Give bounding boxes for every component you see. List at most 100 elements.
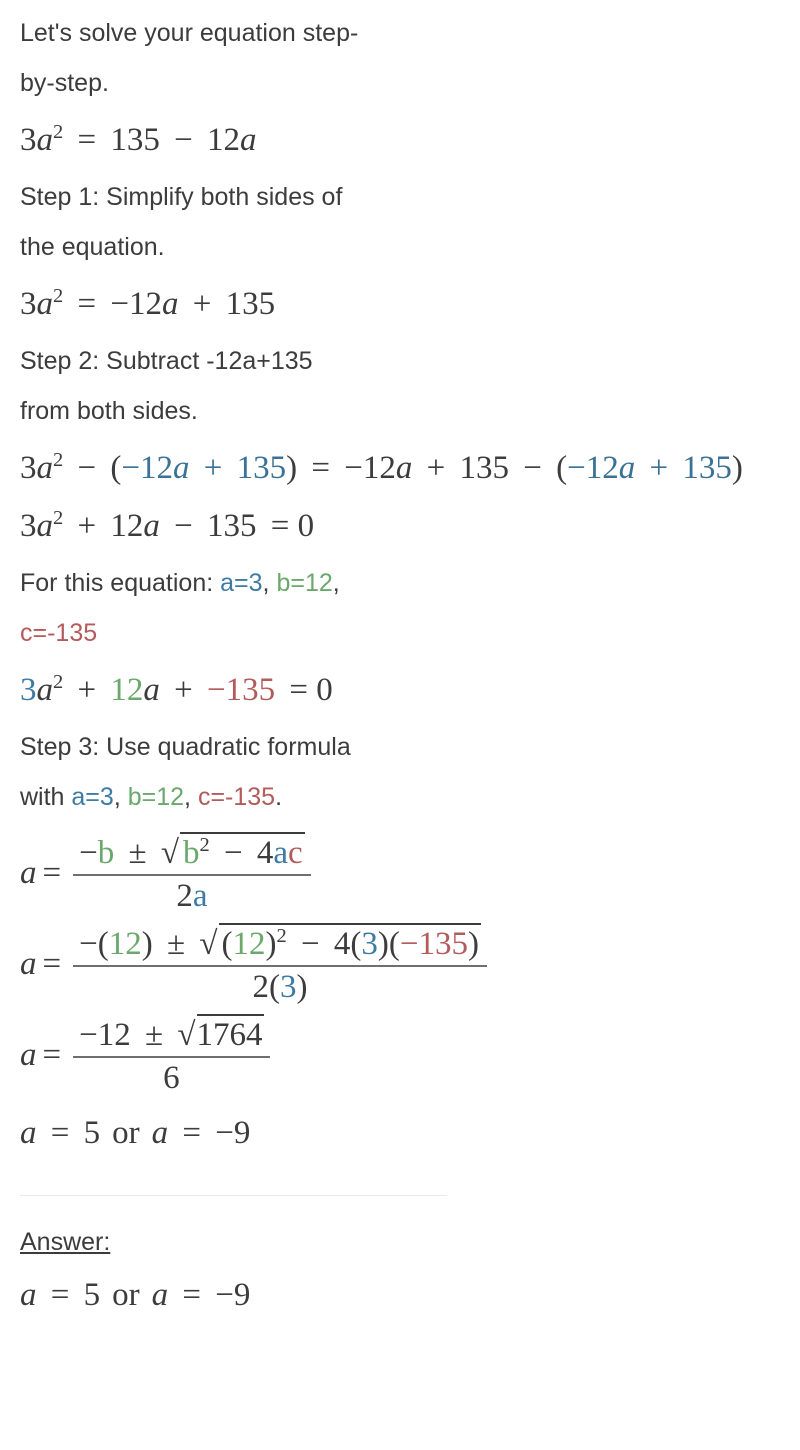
ans-or: or <box>112 1277 140 1313</box>
qfe-neg12: −12 <box>79 1017 131 1053</box>
coef-c: c=-135 <box>20 619 98 647</box>
s2-blue2-plus: + <box>649 450 669 486</box>
qfs-den-open: ( <box>269 969 281 1005</box>
s2-paren-open-2: ( <box>556 450 568 486</box>
ce-plus-1: + <box>77 672 97 708</box>
qfg-pm: ± <box>128 835 147 871</box>
step1-label: Step 1: Simplify both sides of the equat… <box>0 172 470 272</box>
qfs-rad-four: 4 <box>333 926 351 962</box>
s2-var: a <box>36 450 54 486</box>
s1-rhs-op: + <box>192 286 212 322</box>
ans-lhs-2: a <box>151 1277 169 1313</box>
s2r-exp: 2 <box>53 507 64 529</box>
qfe-radicand: 1764 <box>196 1014 264 1054</box>
qfs-rad-close3: ) <box>467 926 479 962</box>
s2-blue-plus: + <box>203 450 223 486</box>
step2-equation: 3a2 − (−12a + 135) = −12a + 135 − (−12a … <box>0 442 800 494</box>
qfs-12: 12 <box>108 926 142 962</box>
s2r-var2: a <box>143 508 160 544</box>
ans-eq-2: = <box>182 1277 201 1313</box>
answer-line: a = 5 or a = −9 <box>0 1269 800 1321</box>
ans-lhs-1: a <box>20 1277 37 1313</box>
oe-exp: 2 <box>53 121 64 143</box>
intro-line-1: Let's solve your equation step- <box>20 19 359 47</box>
qfg-equals: = <box>42 855 62 891</box>
s2-coeff: 3 <box>20 450 37 486</box>
step3-with: with <box>20 783 72 811</box>
oe-rhs-op: − <box>174 122 193 158</box>
ans-val-2: −9 <box>215 1277 251 1313</box>
qfe-equals: = <box>42 1037 62 1073</box>
radical-icon: √ <box>160 835 179 871</box>
s2-paren-close-2: ) <box>731 450 743 486</box>
qfs-close: ) <box>141 926 153 962</box>
s2r-minus: − <box>174 508 193 544</box>
ce-neg135: −135 <box>206 672 276 708</box>
qfs-radicand: (12)2 − 4(3)(−135) <box>218 923 481 963</box>
sol-lhs-1: a <box>20 1115 37 1151</box>
s2-blue-var: a <box>172 450 190 486</box>
step2-result: 3a2 + 12a − 135 = 0 <box>0 500 800 552</box>
qfg-den-two: 2 <box>176 878 193 914</box>
s2-paren-open: ( <box>110 450 122 486</box>
qfs-rad-exp: 2 <box>276 925 287 947</box>
answer-label: Answer: <box>20 1228 111 1256</box>
sol-eq-1: = <box>50 1115 70 1151</box>
s2-exp: 2 <box>53 449 64 471</box>
qfg-rad-a: a <box>273 835 288 871</box>
coef-comma-2: , <box>332 569 340 597</box>
section-divider <box>20 1195 447 1196</box>
qfe-fraction: −12 ± √1764 6 <box>73 1014 270 1097</box>
step3-period: . <box>275 783 283 811</box>
step2-line-1: Step 2: Subtract -12a+135 <box>20 347 313 375</box>
qfe-numerator: −12 ± √1764 <box>73 1014 269 1056</box>
qfs-equals: = <box>42 946 62 982</box>
coef-b: b=12 <box>276 569 333 597</box>
qfs-rad-neg135: −135 <box>399 926 468 962</box>
qfs-numerator: −(12) ± √ (12)2 − 4(3)(−135) <box>73 923 487 965</box>
sol-lhs-2: a <box>151 1115 169 1151</box>
qfg-rad-exp: 2 <box>199 834 210 856</box>
qfg-rad-four: 4 <box>256 835 274 871</box>
ans-eq-1: = <box>50 1277 70 1313</box>
qfg-b: b <box>97 835 115 871</box>
s2-equals: = <box>311 450 330 486</box>
sol-val-2: −9 <box>215 1115 251 1151</box>
qfs-den-close: ) <box>296 969 308 1005</box>
sol-or: or <box>112 1115 140 1151</box>
intro-line-2: by-step. <box>20 69 109 97</box>
solution-line: a = 5 or a = −9 <box>0 1107 800 1159</box>
qfs-rad-minus: − <box>300 926 320 962</box>
qfs-rad-close: ) <box>265 926 277 962</box>
qfs-den-3: 3 <box>280 969 297 1005</box>
step3-comma-2: , <box>184 783 198 811</box>
s2-blue2-neg12: −12 <box>567 450 619 486</box>
qfs-pm: ± <box>167 926 186 962</box>
oe-rhs-coeff: 12 <box>206 122 240 158</box>
coef-prefix: For this equation: <box>20 569 221 597</box>
qfg-rad-c: c <box>288 835 303 871</box>
colored-standard-equation: 3a2 + 12a + −135 = 0 <box>0 664 800 716</box>
qfs-rad-close2: ) <box>377 926 389 962</box>
s1-coeff: 3 <box>20 286 37 322</box>
original-equation: 3a2 = 135 − 12a <box>0 114 800 166</box>
s2r-eq-zero: = 0 <box>270 508 315 544</box>
qfs-rad-open2: ( <box>350 926 362 962</box>
qfs-denominator: 2(3) <box>73 965 487 1006</box>
qfg-lhs: a <box>20 855 37 891</box>
qfs-rad-open3: ( <box>388 926 400 962</box>
sol-val-1: 5 <box>83 1115 101 1151</box>
s2-rhs-neg12: −12 <box>344 450 396 486</box>
s2-rhs-minus: − <box>523 450 542 486</box>
step3-a: a=3 <box>71 783 114 811</box>
coef-comma-1: , <box>262 569 277 597</box>
s2r-var: a <box>36 508 54 544</box>
s2r-plus: + <box>77 508 97 544</box>
s1-var: a <box>36 286 54 322</box>
oe-rhs-var: a <box>239 122 257 158</box>
qfe-lhs: a <box>20 1037 37 1073</box>
ce-eq-zero: = 0 <box>289 672 333 708</box>
qfg-rad-b: b <box>183 835 200 871</box>
step3-label: Step 3: Use quadratic formula with a=3, b… <box>0 722 470 822</box>
intro-text: Let's solve your equation step- by-step. <box>0 0 470 108</box>
